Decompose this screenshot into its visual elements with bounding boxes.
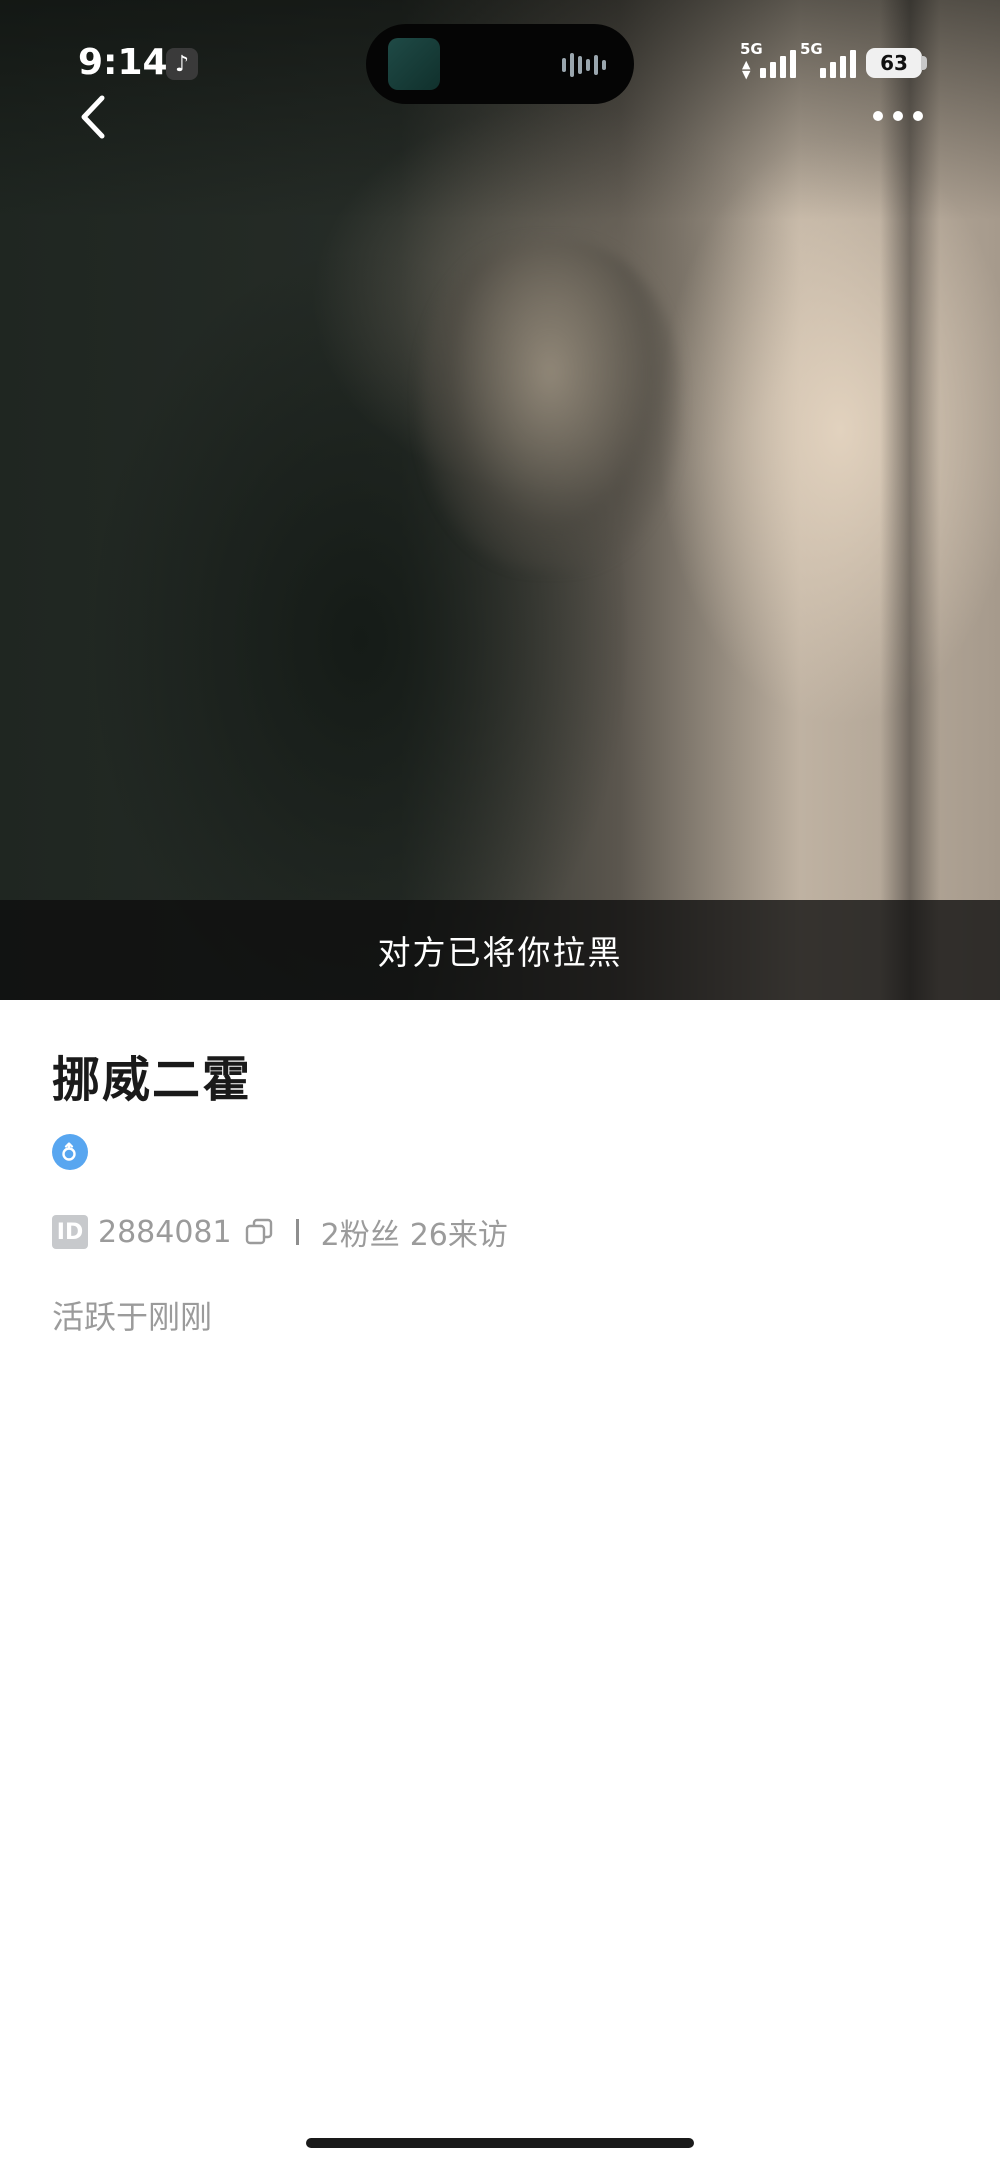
signal-bars-icon (820, 46, 856, 78)
dynamic-island[interactable] (366, 24, 634, 104)
user-id: 2884081 (98, 1214, 232, 1250)
profile-meta-row: ID 2884081 2粉丝 26来访 (52, 1210, 952, 1254)
more-options-button[interactable] (870, 96, 930, 136)
tiktok-icon: ♪ (166, 48, 198, 80)
cover-photo-subject (420, 240, 680, 570)
copy-icon[interactable] (244, 1217, 274, 1247)
audio-waveform-icon (562, 52, 606, 78)
status-bar: 9:14 ♪ 5G ▲ ▼ 5G 63 (0, 0, 1000, 120)
fans-count[interactable]: 2粉丝 (321, 1210, 400, 1254)
signal-bars-icon (760, 46, 796, 78)
more-dots-icon (873, 111, 923, 121)
now-playing-artwork (388, 38, 440, 90)
id-badge: ID (52, 1215, 88, 1249)
blocked-notice-banner: 对方已将你拉黑 (0, 900, 1000, 1000)
profile-info: 挪威二霍 ID 2884081 2粉丝 26来访 活跃于刚刚 (52, 1040, 952, 1338)
visits-count[interactable]: 26来访 (410, 1210, 508, 1254)
back-button[interactable] (70, 92, 120, 142)
battery-cap (921, 56, 927, 70)
cellular-signal-1: 5G ▲ ▼ (740, 40, 802, 80)
username: 挪威二霍 (52, 1052, 253, 1108)
data-arrows-icon: ▲ ▼ (742, 58, 751, 81)
meta-divider (295, 1219, 299, 1245)
battery-icon: 63 (866, 48, 922, 78)
male-icon (62, 1142, 76, 1161)
chevron-left-icon (81, 95, 105, 139)
active-status: 活跃于刚刚 (52, 1298, 213, 1336)
gender-badge (52, 1134, 88, 1170)
home-indicator[interactable] (306, 2138, 694, 2148)
battery-level: 63 (880, 51, 908, 75)
status-time: 9:14 (78, 42, 168, 83)
cover-image: 对方已将你拉黑 (0, 0, 1000, 1000)
blocked-notice-text: 对方已将你拉黑 (377, 933, 623, 972)
cellular-signal-2: 5G (800, 40, 862, 80)
